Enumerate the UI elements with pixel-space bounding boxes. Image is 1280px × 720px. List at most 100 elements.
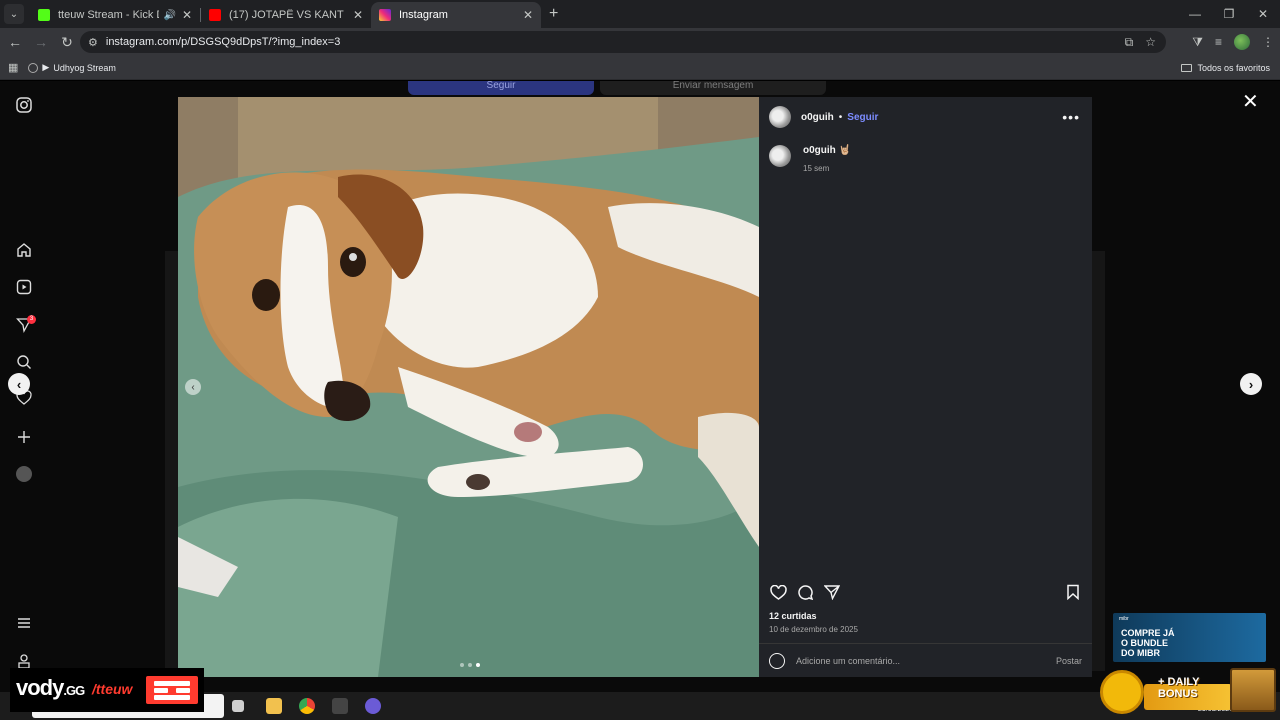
bookmark-label: Udhyog Stream [53,62,116,73]
file-explorer-icon[interactable] [266,698,282,714]
reels-icon[interactable] [14,277,34,297]
bonus-line: + DAILY [1158,676,1200,688]
share-icon[interactable] [823,583,841,601]
new-tab-icon[interactable]: + [549,5,558,23]
vody-brand: vody [16,675,64,700]
play-icon: ▶ [42,62,50,72]
tab-title: Instagram [399,9,448,21]
close-tab-icon[interactable]: ✕ [353,8,363,22]
home-icon[interactable] [14,240,34,260]
ad-line: COMPRE JÁ [1121,628,1175,638]
discord-taskbar-icon[interactable] [365,698,381,714]
caption-emoji: 🤘🏼 [838,145,852,156]
tab-kick[interactable]: tteuw Stream - Kick Dashboard 🔊 ✕ [30,2,200,28]
bonus-line: BONUS [1158,688,1198,700]
tab-youtube[interactable]: (17) JOTAPÊ VS KANT | #FMSBRASIL ✕ [201,2,371,28]
vody-logo-icon [146,676,198,704]
globe-icon [28,62,39,73]
instagram-favicon-icon [379,9,391,21]
follow-button[interactable]: Seguir [847,112,878,123]
bookmark-star-icon[interactable]: ☆ [1145,35,1156,50]
apps-grid-icon[interactable]: ▦ [8,61,18,74]
instagram-logo-icon[interactable] [14,95,34,115]
all-favorites[interactable]: Todos os favoritos [1181,63,1270,73]
bonus-text: + DAILY BONUS [1158,676,1199,700]
tab-search-button[interactable]: ⌄ [4,4,24,24]
tab-title: tteuw Stream - Kick Dashboard [58,9,159,21]
create-plus-icon[interactable] [14,427,34,447]
ad-line: O BUNDLE [1121,638,1168,648]
speaker-icon[interactable]: 🔊 [163,10,175,21]
carousel-dots [460,663,480,667]
author-username[interactable]: o0guih [801,112,834,123]
close-tab-icon[interactable]: ✕ [182,8,192,22]
close-tab-icon[interactable]: ✕ [523,8,533,22]
more-options-icon[interactable]: ••• [1062,109,1080,125]
daily-bonus-overlay: + DAILY BONUS [1100,666,1276,714]
reload-icon[interactable]: ↻ [54,34,80,51]
close-window-icon[interactable]: ✕ [1246,0,1280,28]
caption-avatar[interactable] [769,145,791,167]
url-text: instagram.com/p/DSGSQ9dDpsT/?img_index=3 [105,36,341,48]
author-avatar[interactable] [769,106,791,128]
emoji-icon[interactable] [769,652,785,669]
post-photo[interactable] [178,97,759,677]
caption-username[interactable]: o0guih [803,145,836,156]
vody-domain: .GG [63,683,85,698]
search-icon[interactable] [14,352,34,372]
restore-icon[interactable]: ❐ [1212,0,1246,28]
profile-avatar[interactable] [1234,34,1250,50]
bg-follow-button: Seguir [408,81,594,95]
address-bar[interactable]: ⚙ instagram.com/p/DSGSQ9dDpsT/?img_index… [80,31,1166,53]
comment-box: Postar [759,643,1092,677]
comment-input[interactable] [796,655,1056,666]
site-info-icon[interactable]: ⚙ [88,36,98,49]
comment-icon[interactable] [796,583,814,601]
close-modal-icon[interactable]: ✕ [1242,89,1259,114]
all-favorites-label: Todos os favoritos [1197,62,1270,73]
bookmark-udhyog[interactable]: ▶ Udhyog Stream [28,62,116,73]
post-actions [769,581,1082,603]
media-controls-icon[interactable]: ≡ [1215,35,1222,49]
task-view-icon[interactable] [232,700,244,712]
profile-nav-avatar[interactable] [14,464,34,484]
bonus-crate-icon [1230,668,1276,712]
app-taskbar-icon[interactable] [332,698,348,714]
like-heart-icon[interactable] [769,583,787,601]
prev-post-icon[interactable]: ‹ [8,373,30,395]
photo-prev-icon[interactable]: ‹ [185,379,201,395]
back-icon[interactable]: ← [2,34,28,50]
ad-text: COMPRE JÁ O BUNDLE DO MIBR [1121,628,1175,658]
ad-line: DO MIBR [1121,648,1160,658]
likes-count[interactable]: 12 curtidas [769,611,817,621]
tab-instagram[interactable]: Instagram ✕ [371,2,541,28]
browser-toolbar: ← → ↻ ⚙ instagram.com/p/DSGSQ9dDpsT/?img… [0,28,1280,56]
post-comment-button[interactable]: Postar [1056,656,1082,666]
post-header: o0guih • Seguir ••• [769,105,1082,129]
chrome-menu-icon[interactable]: ⋮ [1262,35,1274,49]
install-app-icon[interactable]: ⧉ [1125,35,1134,50]
chrome-taskbar-icon[interactable] [299,698,315,714]
carousel-dot [460,663,464,667]
folder-icon [1181,63,1193,72]
next-post-icon[interactable]: › [1240,373,1262,395]
save-bookmark-icon[interactable] [1064,583,1082,601]
caption-time: 15 sem [803,164,830,173]
notification-badge: 3 [27,315,36,324]
post-caption: o0guih 🤘🏼 15 sem [769,145,851,173]
instagram-page: Seguir Enviar mensagem 3 ‹ o0guih • Segu… [0,81,1280,692]
menu-hamburger-icon[interactable] [14,613,34,633]
bonus-coin-icon [1100,670,1144,714]
carousel-dot-active [476,663,480,667]
separator-dot: • [838,111,843,123]
browser-tab-bar: ⌄ tteuw Stream - Kick Dashboard 🔊 ✕ (17)… [0,0,1280,28]
extensions-icon[interactable]: ⧩ [1192,35,1203,50]
vody-overlay: vody.GG /tteuw [10,668,204,712]
minimize-icon[interactable]: — [1178,0,1212,28]
bookmarks-bar: ▦ ▶ Udhyog Stream Todos os favoritos [0,56,1280,80]
forward-icon[interactable]: → [28,34,54,50]
dog-photo-image [178,97,759,677]
window-controls: — ❐ ✕ [1178,0,1280,28]
post-date: 10 de dezembro de 2025 [769,625,858,634]
vody-wordmark: vody.GG [16,675,85,701]
